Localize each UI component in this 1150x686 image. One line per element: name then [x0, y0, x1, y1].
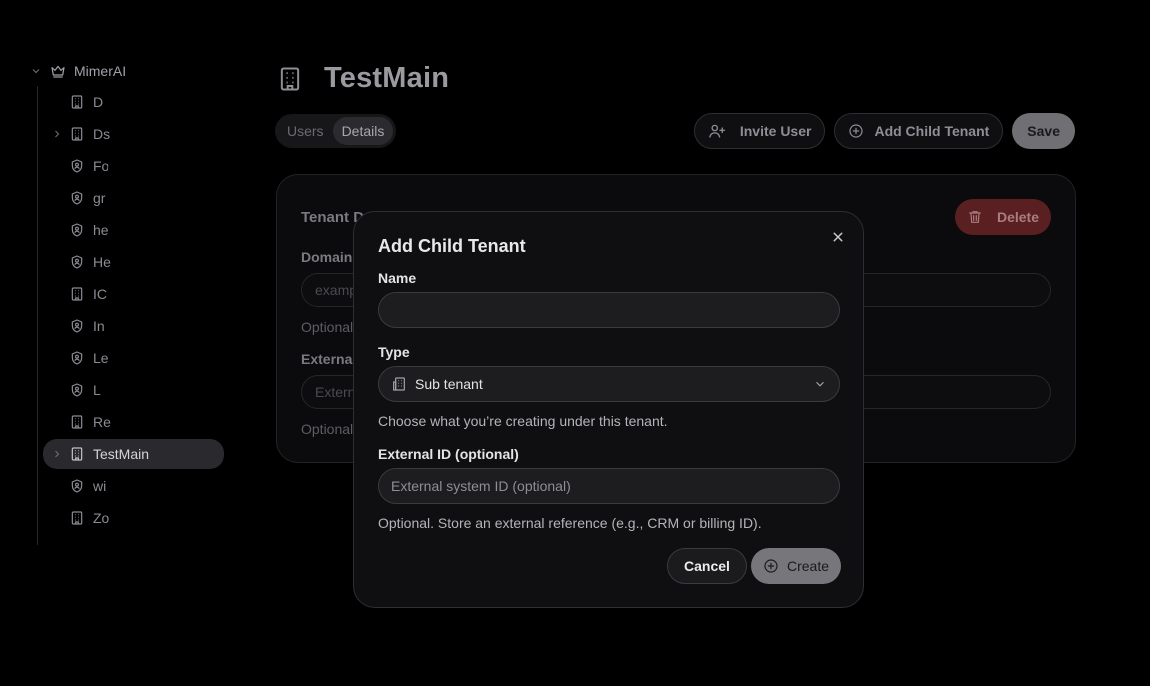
add-child-tenant-label: Add Child Tenant: [874, 123, 990, 139]
tree-item-label: wi: [93, 478, 107, 494]
tree-root-label: MimerAI: [74, 63, 127, 79]
create-button[interactable]: Create: [751, 548, 842, 584]
add-child-tenant-button[interactable]: Add Child Tenant: [834, 113, 1004, 149]
tree-item-label: Le: [93, 350, 109, 366]
building-icon: [69, 510, 85, 526]
type-select[interactable]: Sub tenant: [378, 366, 840, 402]
trash-icon: [967, 209, 983, 225]
tree-item-label: IC: [93, 286, 107, 302]
page-title: TestMain: [324, 62, 450, 94]
external-id-help: Optional. Store an external reference (e…: [378, 515, 762, 531]
redaction-mark: [112, 96, 162, 152]
domain-help: Optional: [301, 319, 354, 335]
tree-item-label: TestMain: [93, 446, 150, 462]
close-icon[interactable]: [829, 228, 847, 246]
shield-user-icon: [69, 158, 85, 174]
shield-user-icon: [69, 318, 85, 334]
building-icon: [69, 414, 85, 430]
delete-label: Delete: [996, 209, 1039, 225]
redaction-mark: [108, 515, 150, 531]
create-label: Create: [787, 558, 830, 574]
tree-item-label: Fo: [93, 158, 110, 174]
type-help: Choose what you’re creating under this t…: [378, 413, 668, 429]
tree-item-label: Zo: [93, 510, 110, 526]
shield-user-icon: [69, 382, 85, 398]
dialog-title: Add Child Tenant: [378, 236, 526, 256]
crown-icon: [50, 63, 68, 79]
tree-item-label: Ds: [93, 126, 111, 142]
chevron-right-icon[interactable]: [51, 448, 65, 460]
redaction-mark: [112, 268, 202, 380]
delete-button[interactable]: Delete: [954, 199, 1051, 235]
redaction-mark: [122, 482, 228, 498]
tree-root-mimerai[interactable]: MimerAI: [26, 56, 236, 86]
building-icon: [276, 63, 306, 95]
tab-details[interactable]: Details: [332, 117, 394, 145]
shield-user-icon: [69, 478, 85, 494]
building-icon: [69, 286, 85, 302]
chevron-down-icon[interactable]: [30, 65, 44, 77]
buildings-icon: [391, 376, 407, 392]
tree-item-label: gr: [93, 190, 106, 206]
type-label: Type: [378, 344, 410, 360]
redaction-mark: [112, 384, 232, 406]
redaction-mark: [108, 150, 208, 270]
tab-list: Users Details: [275, 114, 397, 148]
plus-circle-icon: [763, 558, 779, 574]
tree-item-label: he: [93, 222, 109, 238]
tree-item-label: Re: [93, 414, 111, 430]
chevron-right-icon[interactable]: [51, 128, 65, 140]
save-button[interactable]: Save: [1012, 113, 1075, 149]
external-id-label: External ID (optional): [378, 446, 519, 462]
invite-user-button[interactable]: Invite User: [693, 113, 826, 149]
building-icon: [69, 94, 85, 110]
building-icon: [69, 446, 85, 462]
external-id-placeholder: External system ID (optional): [391, 478, 571, 494]
domain-label: Domain: [301, 249, 353, 265]
shield-user-icon: [69, 254, 85, 270]
shield-user-icon: [69, 190, 85, 206]
tree-item-label: In: [93, 318, 105, 334]
external-help: Optional: [301, 421, 354, 437]
cancel-button[interactable]: Cancel: [667, 548, 747, 584]
tree-item-testmain[interactable]: TestMain: [43, 439, 224, 469]
tree-item-label: D: [93, 94, 104, 110]
invite-user-label: Invite User: [739, 123, 812, 139]
shield-user-icon: [69, 222, 85, 238]
user-plus-icon: [708, 122, 726, 140]
shield-user-icon: [69, 350, 85, 366]
name-input[interactable]: [378, 292, 840, 328]
tree-item-label: L: [93, 382, 101, 398]
page-header: TestMain: [276, 62, 449, 95]
plus-circle-icon: [848, 123, 866, 139]
type-selected-value: Sub tenant: [415, 376, 483, 392]
chevron-down-icon: [813, 377, 827, 391]
tab-users[interactable]: Users: [278, 117, 333, 145]
redaction-mark: [112, 404, 178, 438]
name-label: Name: [378, 270, 417, 286]
domain-placeholder: examp: [315, 282, 358, 298]
header-actions: Invite User Add Child Tenant Save: [693, 113, 1075, 149]
redaction-mark: [112, 226, 242, 244]
add-child-tenant-dialog: Add Child Tenant Name Type Sub tenant Ch…: [353, 211, 864, 608]
external-label: External: [301, 351, 357, 367]
building-icon: [69, 126, 85, 142]
external-id-input[interactable]: External system ID (optional): [378, 468, 840, 504]
